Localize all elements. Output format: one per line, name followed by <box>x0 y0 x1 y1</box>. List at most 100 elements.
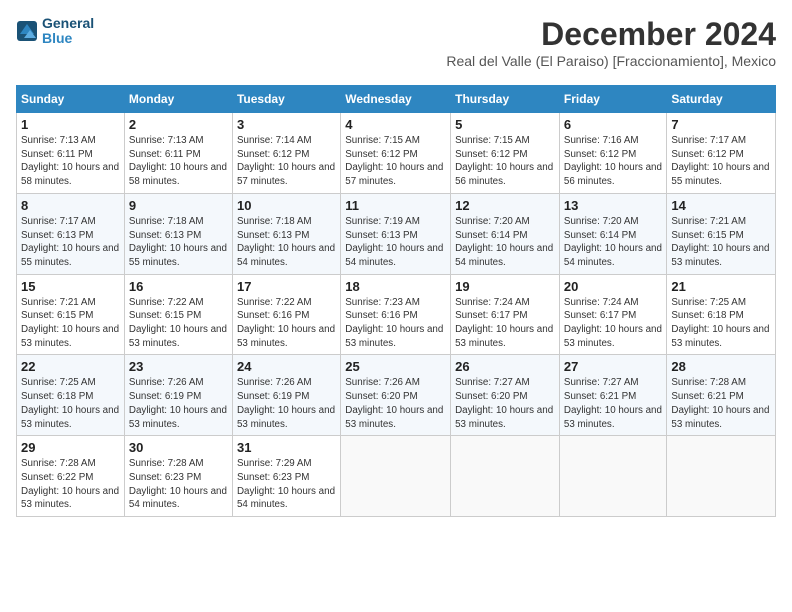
day-info: Sunrise: 7:16 AMSunset: 6:12 PMDaylight:… <box>564 134 662 189</box>
day-info: Sunrise: 7:28 AMSunset: 6:22 PMDaylight:… <box>21 457 120 512</box>
day-info: Sunrise: 7:15 AMSunset: 6:12 PMDaylight:… <box>455 134 555 189</box>
day-number: 7 <box>671 117 771 132</box>
day-number: 8 <box>21 198 120 213</box>
calendar-cell: 10 Sunrise: 7:18 AMSunset: 6:13 PMDayligh… <box>232 193 340 274</box>
day-info: Sunrise: 7:27 AMSunset: 6:20 PMDaylight:… <box>455 376 555 431</box>
day-info: Sunrise: 7:19 AMSunset: 6:13 PMDaylight:… <box>345 215 446 270</box>
day-number: 10 <box>237 198 336 213</box>
day-info: Sunrise: 7:24 AMSunset: 6:17 PMDaylight:… <box>455 296 555 351</box>
calendar-cell: 5 Sunrise: 7:15 AMSunset: 6:12 PMDaylight… <box>451 113 560 194</box>
day-number: 11 <box>345 198 446 213</box>
calendar-cell: 18Sunrise: 7:23 AMSunset: 6:16 PMDayligh… <box>341 274 451 355</box>
weekday-header-wednesday: Wednesday <box>341 86 451 113</box>
calendar-week-row: 15 Sunrise: 7:21 AMSunset: 6:15 PMDayligh… <box>17 274 776 355</box>
day-info: Sunrise: 7:24 AMSunset: 6:17 PMDaylight:… <box>564 296 662 351</box>
calendar-cell: 20 Sunrise: 7:24 AMSunset: 6:17 PMDayligh… <box>559 274 666 355</box>
day-info: Sunrise: 7:20 AMSunset: 6:14 PMDaylight:… <box>564 215 662 270</box>
day-number: 21 <box>671 279 771 294</box>
day-info: Sunrise: 7:28 AMSunset: 6:23 PMDaylight:… <box>129 457 228 512</box>
day-info: Sunrise: 7:25 AMSunset: 6:18 PMDaylight:… <box>21 376 120 431</box>
day-info: Sunrise: 7:22 AMSunset: 6:16 PMDaylight:… <box>237 296 336 351</box>
calendar-cell <box>451 436 560 517</box>
day-info: Sunrise: 7:13 AMSunset: 6:11 PMDaylight:… <box>129 134 228 189</box>
day-info: Sunrise: 7:15 AMSunset: 6:12 PMDaylight:… <box>345 134 446 189</box>
day-info: Sunrise: 7:20 AMSunset: 6:14 PMDaylight:… <box>455 215 555 270</box>
calendar-cell: 29 Sunrise: 7:28 AMSunset: 6:22 PMDayligh… <box>17 436 125 517</box>
weekday-header-saturday: Saturday <box>667 86 776 113</box>
calendar-week-row: 8Sunrise: 7:17 AMSunset: 6:13 PMDaylight… <box>17 193 776 274</box>
day-info: Sunrise: 7:29 AMSunset: 6:23 PMDaylight:… <box>237 457 336 512</box>
calendar-cell: 1 Sunrise: 7:13 AMSunset: 6:11 PMDaylight… <box>17 113 125 194</box>
day-number: 5 <box>455 117 555 132</box>
calendar-cell: 31Sunrise: 7:29 AMSunset: 6:23 PMDayligh… <box>232 436 340 517</box>
day-info: Sunrise: 7:27 AMSunset: 6:21 PMDaylight:… <box>564 376 662 431</box>
calendar-cell: 13 Sunrise: 7:20 AMSunset: 6:14 PMDayligh… <box>559 193 666 274</box>
day-info: Sunrise: 7:21 AMSunset: 6:15 PMDaylight:… <box>671 215 771 270</box>
day-number: 4 <box>345 117 446 132</box>
logo-line1: General <box>42 16 94 31</box>
calendar-cell: 2 Sunrise: 7:13 AMSunset: 6:11 PMDaylight… <box>124 113 232 194</box>
calendar-cell: 17Sunrise: 7:22 AMSunset: 6:16 PMDayligh… <box>232 274 340 355</box>
day-number: 16 <box>129 279 228 294</box>
calendar-cell: 21 Sunrise: 7:25 AMSunset: 6:18 PMDayligh… <box>667 274 776 355</box>
day-number: 1 <box>21 117 120 132</box>
weekday-header-friday: Friday <box>559 86 666 113</box>
calendar-cell: 14Sunrise: 7:21 AMSunset: 6:15 PMDayligh… <box>667 193 776 274</box>
calendar: SundayMondayTuesdayWednesdayThursdayFrid… <box>16 85 776 517</box>
weekday-header-row: SundayMondayTuesdayWednesdayThursdayFrid… <box>17 86 776 113</box>
day-info: Sunrise: 7:25 AMSunset: 6:18 PMDaylight:… <box>671 296 771 351</box>
calendar-cell: 26 Sunrise: 7:27 AMSunset: 6:20 PMDayligh… <box>451 355 560 436</box>
calendar-cell: 24 Sunrise: 7:26 AMSunset: 6:19 PMDayligh… <box>232 355 340 436</box>
calendar-cell: 12 Sunrise: 7:20 AMSunset: 6:14 PMDayligh… <box>451 193 560 274</box>
day-number: 13 <box>564 198 662 213</box>
day-info: Sunrise: 7:13 AMSunset: 6:11 PMDaylight:… <box>21 134 120 189</box>
calendar-cell: 25 Sunrise: 7:26 AMSunset: 6:20 PMDayligh… <box>341 355 451 436</box>
day-info: Sunrise: 7:14 AMSunset: 6:12 PMDaylight:… <box>237 134 336 189</box>
day-info: Sunrise: 7:18 AMSunset: 6:13 PMDaylight:… <box>237 215 336 270</box>
day-info: Sunrise: 7:28 AMSunset: 6:21 PMDaylight:… <box>671 376 771 431</box>
day-info: Sunrise: 7:26 AMSunset: 6:19 PMDaylight:… <box>129 376 228 431</box>
day-info: Sunrise: 7:21 AMSunset: 6:15 PMDaylight:… <box>21 296 120 351</box>
day-info: Sunrise: 7:23 AMSunset: 6:16 PMDaylight:… <box>345 296 446 351</box>
day-number: 19 <box>455 279 555 294</box>
calendar-cell: 30 Sunrise: 7:28 AMSunset: 6:23 PMDayligh… <box>124 436 232 517</box>
calendar-cell: 22Sunrise: 7:25 AMSunset: 6:18 PMDayligh… <box>17 355 125 436</box>
weekday-header-tuesday: Tuesday <box>232 86 340 113</box>
day-number: 26 <box>455 359 555 374</box>
calendar-cell: 23 Sunrise: 7:26 AMSunset: 6:19 PMDayligh… <box>124 355 232 436</box>
calendar-cell <box>559 436 666 517</box>
day-number: 12 <box>455 198 555 213</box>
location-title: Real del Valle (El Paraiso) [Fraccionami… <box>446 53 776 69</box>
calendar-cell: 28 Sunrise: 7:28 AMSunset: 6:21 PMDayligh… <box>667 355 776 436</box>
day-number: 25 <box>345 359 446 374</box>
day-info: Sunrise: 7:26 AMSunset: 6:19 PMDaylight:… <box>237 376 336 431</box>
logo-line2: Blue <box>42 31 94 46</box>
day-number: 28 <box>671 359 771 374</box>
title-section: December 2024 Real del Valle (El Paraiso… <box>446 16 776 77</box>
day-number: 24 <box>237 359 336 374</box>
calendar-cell: 15 Sunrise: 7:21 AMSunset: 6:15 PMDayligh… <box>17 274 125 355</box>
calendar-cell: 7 Sunrise: 7:17 AMSunset: 6:12 PMDaylight… <box>667 113 776 194</box>
calendar-week-row: 22Sunrise: 7:25 AMSunset: 6:18 PMDayligh… <box>17 355 776 436</box>
day-number: 29 <box>21 440 120 455</box>
calendar-cell: 16Sunrise: 7:22 AMSunset: 6:15 PMDayligh… <box>124 274 232 355</box>
day-info: Sunrise: 7:17 AMSunset: 6:12 PMDaylight:… <box>671 134 771 189</box>
calendar-cell: 11 Sunrise: 7:19 AMSunset: 6:13 PMDayligh… <box>341 193 451 274</box>
day-number: 9 <box>129 198 228 213</box>
calendar-cell: 9Sunrise: 7:18 AMSunset: 6:13 PMDaylight… <box>124 193 232 274</box>
day-number: 23 <box>129 359 228 374</box>
logo-text: General Blue <box>42 16 94 47</box>
weekday-header-monday: Monday <box>124 86 232 113</box>
day-number: 20 <box>564 279 662 294</box>
top-bar: General Blue December 2024 Real del Vall… <box>16 16 776 79</box>
logo: General Blue <box>16 16 94 47</box>
calendar-cell: 8Sunrise: 7:17 AMSunset: 6:13 PMDaylight… <box>17 193 125 274</box>
day-number: 6 <box>564 117 662 132</box>
calendar-cell: 27 Sunrise: 7:27 AMSunset: 6:21 PMDayligh… <box>559 355 666 436</box>
day-number: 30 <box>129 440 228 455</box>
month-title: December 2024 <box>446 16 776 53</box>
day-info: Sunrise: 7:26 AMSunset: 6:20 PMDaylight:… <box>345 376 446 431</box>
day-number: 27 <box>564 359 662 374</box>
day-number: 2 <box>129 117 228 132</box>
day-number: 15 <box>21 279 120 294</box>
